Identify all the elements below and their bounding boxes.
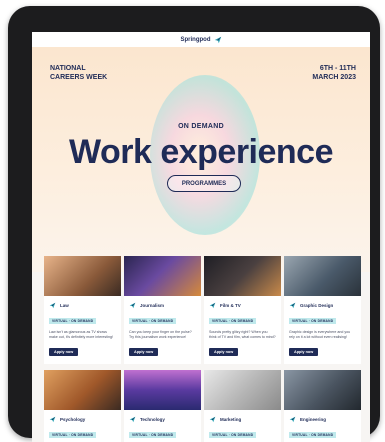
card-image — [284, 256, 361, 296]
paper-plane-icon — [289, 416, 296, 423]
apply-now-button[interactable]: Apply now — [209, 348, 239, 356]
logo-text: Springpod — [180, 36, 211, 43]
card-title: Journalism — [140, 303, 165, 308]
paper-plane-icon — [129, 302, 136, 309]
card-title: Law — [60, 303, 69, 308]
card-badge: VIRTUAL · ON DEMAND — [49, 432, 97, 438]
card-image — [44, 370, 121, 410]
programme-card-law[interactable]: Law VIRTUAL · ON DEMAND Law isn't as gla… — [44, 256, 121, 364]
apply-now-button[interactable]: Apply now — [129, 348, 159, 356]
programme-card-engineering[interactable]: Engineering VIRTUAL · ON DEMAND — [284, 370, 361, 442]
card-description: Sounds pretty glitzy right? When you thi… — [209, 330, 276, 339]
paper-plane-logo-icon[interactable] — [214, 36, 222, 44]
card-description: Graphic design is everywhere and you rel… — [289, 330, 351, 339]
card-badge: VIRTUAL · ON DEMAND — [49, 318, 97, 324]
programme-grid: Law VIRTUAL · ON DEMAND Law isn't as gla… — [44, 256, 361, 442]
event-name: NATIONAL CAREERS WEEK — [50, 65, 108, 81]
card-description: Law isn't as glamorous as TV shows make … — [49, 330, 114, 339]
hero-section: NATIONAL CAREERS WEEK 6TH - 11TH MARCH 2… — [32, 47, 370, 272]
screen: Springpod NATIONAL CAREERS WEEK 6TH - 11… — [32, 32, 370, 442]
card-badge: VIRTUAL · ON DEMAND — [129, 432, 177, 438]
programmes-button[interactable]: PROGRAMMES — [167, 175, 241, 192]
card-image — [204, 370, 281, 410]
card-image — [124, 256, 201, 296]
tablet-frame: Springpod NATIONAL CAREERS WEEK 6TH - 11… — [8, 6, 380, 442]
event-dates: 6TH - 11TH MARCH 2023 — [312, 65, 356, 81]
paper-plane-icon — [129, 416, 136, 423]
card-image — [44, 256, 121, 296]
card-title: Psychology — [60, 417, 86, 422]
card-title: Marketing — [220, 417, 242, 422]
paper-plane-icon — [209, 416, 216, 423]
card-badge: VIRTUAL · ON DEMAND — [209, 432, 257, 438]
header-bar: Springpod — [32, 32, 370, 47]
hero-subheading: ON DEMAND — [178, 123, 224, 130]
paper-plane-icon — [49, 302, 56, 309]
programme-card-graphic-design[interactable]: Graphic Design VIRTUAL · ON DEMAND Graph… — [284, 256, 361, 364]
card-image — [204, 256, 281, 296]
hero-title: Work experience — [68, 133, 334, 171]
apply-now-button[interactable]: Apply now — [49, 348, 79, 356]
programme-card-film-tv[interactable]: Film & TV VIRTUAL · ON DEMAND Sounds pre… — [204, 256, 281, 364]
paper-plane-icon — [209, 302, 216, 309]
card-image — [284, 370, 361, 410]
card-title: Technology — [140, 417, 165, 422]
programme-card-journalism[interactable]: Journalism VIRTUAL · ON DEMAND Can you k… — [124, 256, 201, 364]
card-image — [124, 370, 201, 410]
programme-card-psychology[interactable]: Psychology VIRTUAL · ON DEMAND — [44, 370, 121, 442]
card-title: Film & TV — [220, 303, 241, 308]
card-badge: VIRTUAL · ON DEMAND — [289, 432, 337, 438]
card-description: Can you keep your finger on the pulse? T… — [129, 330, 192, 339]
card-badge: VIRTUAL · ON DEMAND — [129, 318, 177, 324]
programme-card-technology[interactable]: Technology VIRTUAL · ON DEMAND — [124, 370, 201, 442]
apply-now-button[interactable]: Apply now — [289, 348, 319, 356]
card-title: Engineering — [300, 417, 327, 422]
programme-card-marketing[interactable]: Marketing VIRTUAL · ON DEMAND — [204, 370, 281, 442]
card-title: Graphic Design — [300, 303, 334, 308]
paper-plane-icon — [289, 302, 296, 309]
card-badge: VIRTUAL · ON DEMAND — [209, 318, 257, 324]
paper-plane-icon — [49, 416, 56, 423]
card-badge: VIRTUAL · ON DEMAND — [289, 318, 337, 324]
